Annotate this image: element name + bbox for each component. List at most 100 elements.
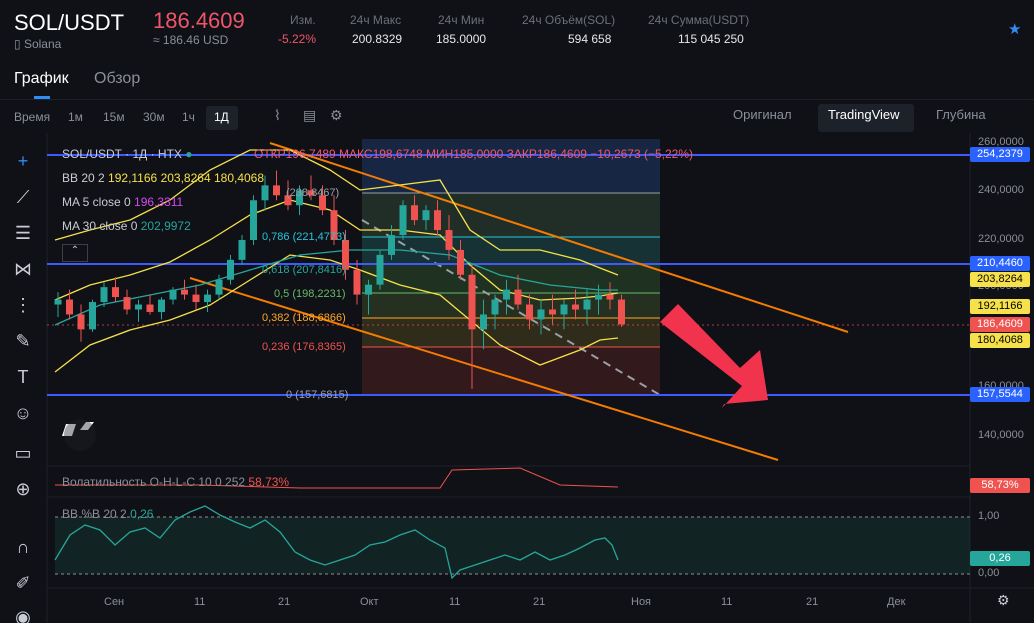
x-tick: Ноя — [631, 596, 652, 608]
candle-body — [583, 299, 591, 310]
price-tag: 203,8264 — [970, 272, 1030, 287]
interval-1d[interactable]: 1Д — [214, 110, 229, 124]
legend-bbp: BB %B 20 2 0,26 — [62, 507, 154, 521]
fib-label: 0,382 (188,6866) — [262, 312, 346, 324]
candle-body — [54, 299, 62, 305]
candle-body — [422, 210, 430, 221]
price-tag: 254,2379 — [970, 147, 1030, 162]
candle-body — [135, 304, 142, 310]
drawing-tools-icon[interactable]: ▤ — [303, 107, 316, 124]
candle-body — [411, 205, 418, 221]
text-icon[interactable]: T — [10, 364, 36, 390]
chart-toolbar: Время 1м 15м 30м 1ч 1Д ⌇ ▤ ⚙ Оригинал Tr… — [0, 104, 1034, 132]
x-tick: 21 — [806, 596, 819, 608]
drawing-sidebar: + ⟋ ☰ ⋈ ⋮ ✎ T ☺ ▭ ⊕ ∩ ✐ ◉ — [0, 142, 47, 623]
legend-bb: BB 20 2 192,1166 203,8264 180,4068 — [62, 171, 265, 185]
stat-value: -5.22% — [278, 32, 317, 46]
fib-label: 0,236 (176,8365) — [262, 341, 346, 353]
price-tag: 157,5544 — [970, 387, 1030, 402]
fib-zone — [362, 193, 660, 237]
symbol[interactable]: SOL/USDT — [14, 10, 124, 36]
zoom-icon[interactable]: ⊕ — [10, 476, 36, 502]
candle-body — [457, 249, 464, 275]
candle-body — [215, 279, 223, 295]
candle-body — [261, 185, 269, 201]
pattern-icon[interactable]: ⋈ — [10, 256, 36, 282]
indicators-icon[interactable]: ⌇ — [274, 107, 281, 124]
tab-overview[interactable]: Обзор — [94, 70, 140, 88]
candle-body — [66, 299, 73, 315]
active-tab-indicator — [34, 96, 50, 99]
interval-30m[interactable]: 30м — [143, 110, 165, 124]
candle-body — [491, 299, 499, 315]
red-down-arrow — [660, 304, 768, 408]
brush-icon[interactable]: ✎ — [10, 328, 36, 354]
view-original[interactable]: Оригинал — [733, 107, 792, 122]
candle-body — [100, 287, 108, 303]
x-tick: 21 — [533, 596, 546, 608]
candle-body — [365, 284, 372, 295]
candle-body — [238, 239, 246, 260]
interval-1h[interactable]: 1ч — [182, 110, 195, 124]
price-usd: ≈ 186.46 USD — [153, 33, 229, 47]
price-tag: 210,4460 — [970, 256, 1030, 271]
bbp-band — [55, 517, 970, 574]
stat-label: 24ч Мин — [438, 13, 485, 27]
tab-chart[interactable]: График — [14, 70, 69, 88]
stat-label: 24ч Объём(SOL) — [522, 13, 616, 27]
view-depth[interactable]: Глубина — [936, 107, 986, 122]
stat-label: Изм. — [290, 13, 316, 27]
coin-name: ▯ Solana — [14, 37, 62, 51]
tradingview-logo — [62, 422, 94, 436]
x-tick: Сен — [104, 596, 125, 608]
interval-1m[interactable]: 1м — [68, 110, 83, 124]
y-tick: 140,0000 — [978, 429, 1024, 441]
price-tag: 192,1166 — [970, 299, 1030, 314]
fib-label: 0 (157,6815) — [286, 389, 349, 401]
fib-zone — [362, 293, 660, 318]
crosshair-icon[interactable]: + — [10, 148, 36, 174]
chart-settings-gear-icon[interactable]: ⚙ — [997, 592, 1010, 609]
fib-zone — [362, 347, 660, 395]
app: SOL/USDT ▯ Solana 186.4609 ≈ 186.46 USD … — [0, 0, 1034, 623]
y-tick: 220,0000 — [978, 233, 1024, 245]
eye-icon[interactable]: ◉ — [10, 604, 36, 623]
legend-pair: SOL/USDT · 1Д · HTX ● — [62, 147, 193, 161]
fib-label: 0,786 (221,4773) — [262, 231, 346, 243]
x-tick: 11 — [721, 596, 733, 608]
magnet-icon[interactable]: ∩ — [10, 534, 36, 560]
candle-body — [526, 304, 533, 320]
interval-time[interactable]: Время — [14, 110, 50, 124]
candle-body — [181, 289, 188, 295]
candle-body — [89, 302, 96, 330]
interval-15m[interactable]: 15м — [103, 110, 125, 124]
settings-gear-icon[interactable]: ⚙ — [330, 107, 343, 124]
ruler-icon[interactable]: ▭ — [10, 440, 36, 466]
collapse-chevron-icon[interactable]: ⌃ — [62, 244, 88, 262]
x-tick: 21 — [278, 596, 291, 608]
emoji-icon[interactable]: ☺ — [10, 400, 36, 426]
bb-mid — [54, 199, 619, 301]
candle-body — [146, 304, 154, 312]
candle-body — [514, 289, 522, 305]
tradingview-logo-bg — [64, 419, 96, 451]
legend-volatility: Волатильность О-Н-L-С 10 0 252 58,73% — [62, 475, 290, 489]
ticker-header: SOL/USDT ▯ Solana 186.4609 ≈ 186.46 USD … — [0, 0, 1034, 58]
coin-icon: ▯ — [14, 37, 24, 51]
lock-pencil-icon[interactable]: ✐ — [10, 570, 36, 596]
price-tag: 58,73% — [970, 478, 1030, 493]
candle-body — [434, 210, 441, 231]
view-tradingview[interactable]: TradingView — [828, 107, 900, 122]
candle-body — [204, 294, 211, 303]
trend-line-icon[interactable]: ⟋ — [10, 184, 36, 210]
horizontal-lines-icon[interactable]: ☰ — [10, 220, 36, 246]
fib-icon[interactable]: ⋮ — [10, 292, 36, 318]
favorite-star-icon[interactable]: ★ — [1008, 20, 1021, 38]
y-tick: 240,0000 — [978, 184, 1024, 196]
stat-label: 24ч Сумма(USDT) — [648, 13, 750, 27]
stat-value: 594 658 — [568, 32, 612, 46]
candle-body — [480, 314, 487, 330]
candle-body — [376, 254, 384, 285]
candle-body — [618, 299, 625, 325]
candle-body — [388, 235, 395, 255]
